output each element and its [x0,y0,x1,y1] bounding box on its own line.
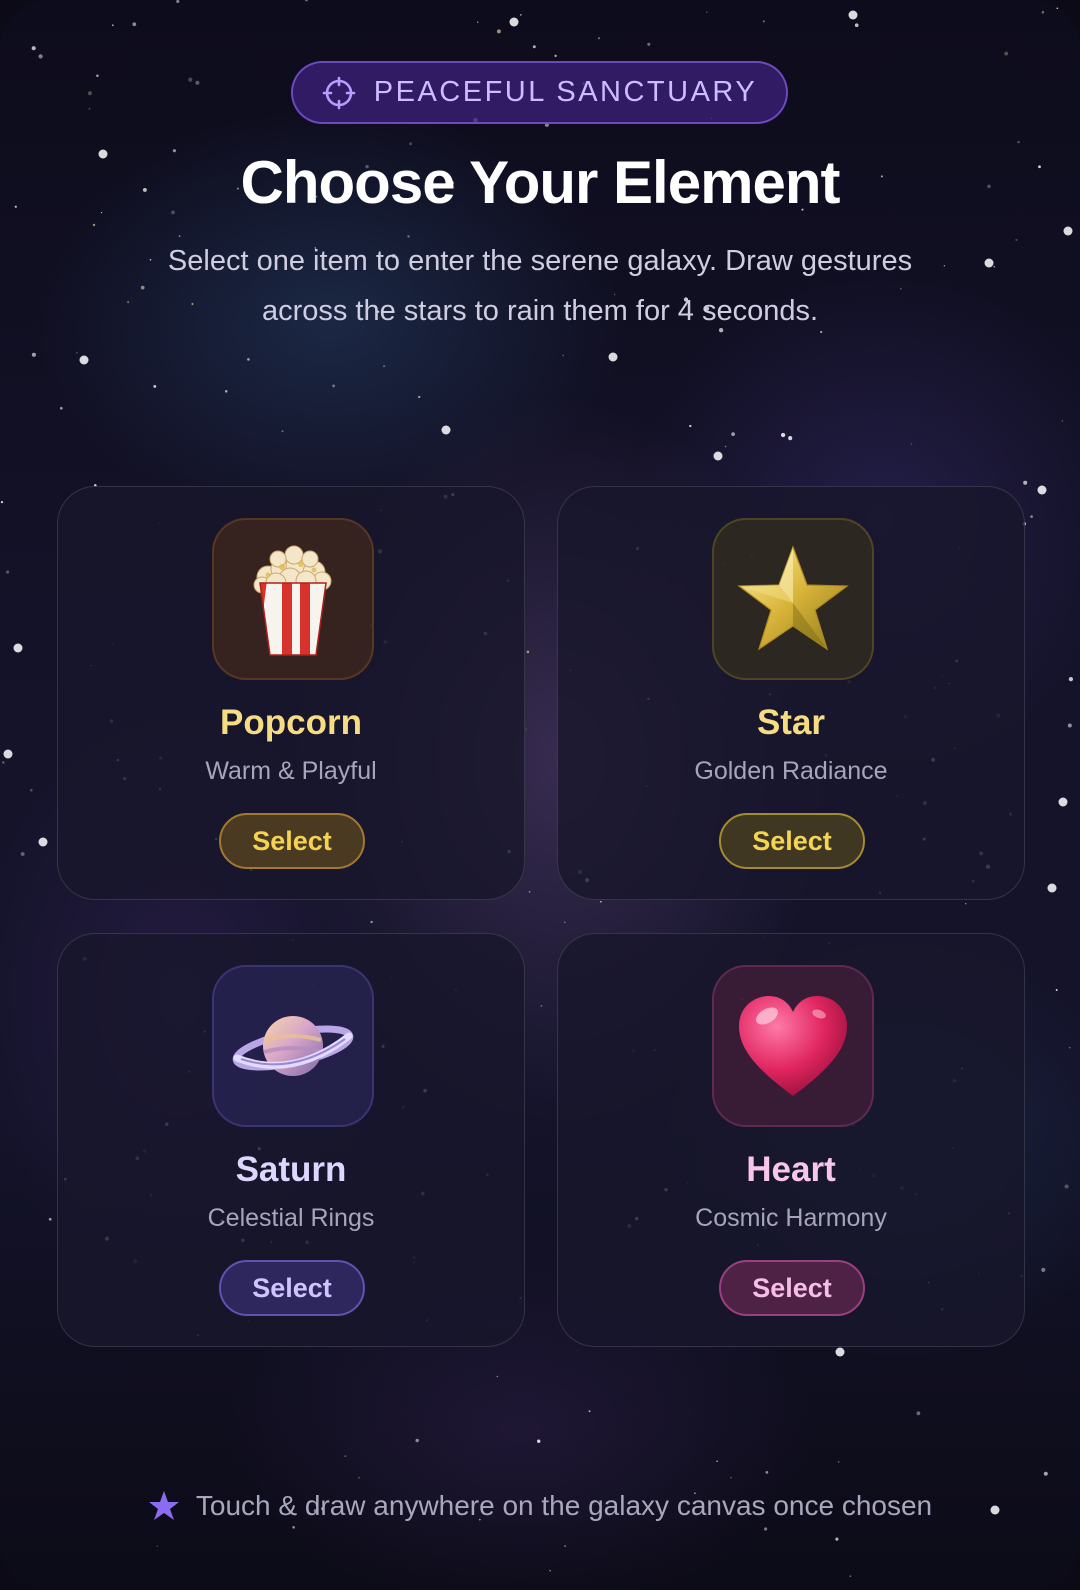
badge-label: PEACEFUL SANCTUARY [373,76,758,108]
card-subtitle-popcorn: Warm & Playful [205,757,377,785]
footer-hint: Touch & draw anywhere on the galaxy canv… [0,1490,1080,1522]
crosshair-icon [322,76,356,109]
page-title: Choose Your Element [240,149,841,216]
select-button-heart[interactable]: Select [719,1260,865,1316]
card-title-popcorn: Popcorn [220,703,362,742]
card-subtitle-saturn: Celestial Rings [207,1204,375,1232]
saturn-icon [232,1016,354,1076]
element-card-popcorn[interactable]: Popcorn Warm & Playful Select [57,486,525,900]
footer-text: Touch & draw anywhere on the galaxy canv… [195,1490,933,1521]
page-subtitle: Select one item to enter the serene gala… [167,245,913,327]
select-button-popcorn[interactable]: Select [219,813,365,869]
star-icon [148,1491,179,1520]
heart-icon [739,996,847,1096]
galaxy-screen[interactable]: PEACEFUL SANCTUARY Choose Your Element S… [0,0,1080,1590]
select-button-saturn[interactable]: Select [219,1260,365,1316]
element-card-heart[interactable]: Heart Cosmic Harmony Select [557,933,1025,1347]
card-subtitle-star: Golden Radiance [694,757,888,785]
card-title-star: Star [756,703,826,742]
star-icon [737,545,849,651]
card-title-saturn: Saturn [235,1150,347,1189]
popcorn-tile [212,518,374,680]
element-card-star[interactable]: Star Golden Radiance Select [557,486,1025,900]
card-subtitle-heart: Cosmic Harmony [695,1204,887,1232]
saturn-tile [212,965,374,1127]
sanctuary-badge: PEACEFUL SANCTUARY [291,61,788,124]
card-title-heart: Heart [746,1150,836,1189]
heart-tile [712,965,874,1127]
select-button-star[interactable]: Select [719,813,865,869]
star-tile [712,518,874,680]
element-card-saturn[interactable]: Saturn Celestial Rings Select [57,933,525,1347]
popcorn-icon [253,545,332,656]
